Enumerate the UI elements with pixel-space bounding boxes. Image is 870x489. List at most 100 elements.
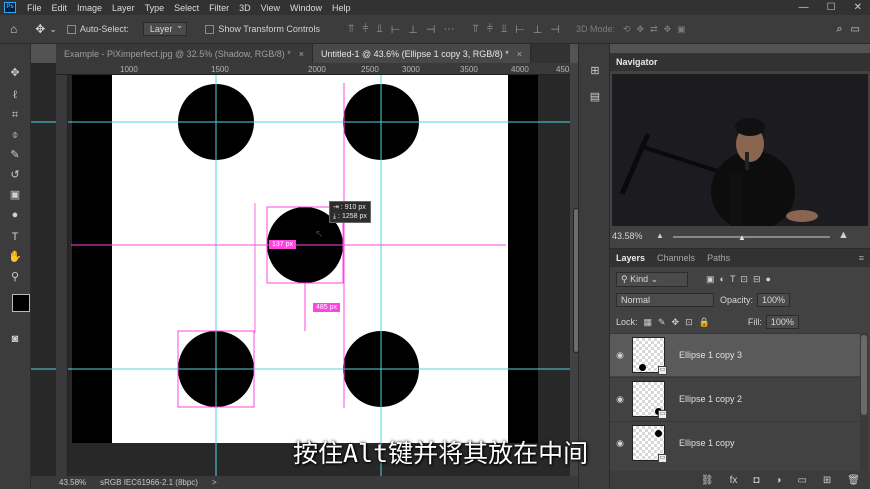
filter-icons[interactable]: ▣◐T⊡⊟● [706, 274, 776, 285]
search-icon[interactable]: ⌕ [836, 23, 842, 36]
color-profile: sRGB IEC61966-2.1 (8bpc) [100, 478, 198, 487]
menu-window[interactable]: Window [285, 3, 327, 13]
menu-select[interactable]: Select [169, 3, 204, 13]
trash-icon[interactable]: 🗑 [847, 475, 860, 486]
move-tool-icon[interactable]: ✥ [8, 66, 22, 80]
auto-select-target-dropdown[interactable]: Layer [142, 20, 188, 36]
menu-view[interactable]: View [256, 3, 285, 13]
layer-thumbnail: ▭ [632, 381, 667, 419]
history-brush-tool-icon[interactable]: ↺ [8, 168, 22, 182]
layer-name[interactable]: Ellipse 1 copy 3 [679, 350, 742, 360]
align-top-icon[interactable]: ⫪ [348, 23, 354, 36]
new-layer-icon[interactable]: ⊞ [823, 475, 831, 486]
zoom-out-icon[interactable]: ▲ [656, 231, 664, 240]
eyedropper-tool-icon[interactable]: ⌽ [8, 128, 22, 142]
zoom-readout[interactable]: 43.58% [59, 478, 86, 487]
ruler-top[interactable]: 1000 1500 2000 2500 3000 3500 4000 450 [56, 63, 570, 75]
dx-value: 910 px [344, 204, 366, 211]
layer-thumbnail: ▭ [632, 425, 667, 463]
layer-name[interactable]: Ellipse 1 copy 2 [679, 394, 742, 404]
quick-mask-icon[interactable]: ◙ [8, 332, 22, 346]
ruler-left[interactable] [56, 75, 68, 476]
layer-row[interactable]: ◉ ▭ Ellipse 1 copy 2 [610, 377, 860, 420]
align-hcenter-icon[interactable]: ⊥ [408, 23, 418, 36]
move-tool-icon[interactable]: ✥ [35, 22, 45, 36]
distribute-right-icon[interactable]: ⊣ [550, 23, 560, 36]
zoom-slider-track[interactable] [673, 236, 830, 238]
menu-layer[interactable]: Layer [107, 3, 140, 13]
auto-select-checkbox[interactable] [66, 24, 80, 35]
menu-image[interactable]: Image [72, 3, 107, 13]
tab-layers[interactable]: Layers [610, 253, 651, 263]
menu-type[interactable]: Type [140, 3, 170, 13]
gradient-tool-icon[interactable]: ▣ [8, 188, 22, 202]
menu-file[interactable]: File [22, 3, 47, 13]
align-right-icon[interactable]: ⊣ [426, 23, 436, 36]
align-left-icon[interactable]: ⊢ [391, 23, 401, 36]
visibility-eye-icon[interactable]: ◉ [610, 350, 630, 361]
home-icon[interactable]: ⌂ [10, 22, 17, 36]
lasso-tool-icon[interactable]: ℓ [8, 88, 22, 102]
mask-icon[interactable]: ◘ [753, 475, 759, 486]
layer-name[interactable]: Ellipse 1 copy [679, 438, 735, 448]
3d-mode-label: 3D Mode: [575, 24, 616, 34]
folder-icon[interactable]: ▭ [797, 475, 806, 486]
zoom-tool-icon[interactable]: ⚲ [8, 270, 22, 284]
tab-close-icon[interactable]: × [299, 49, 304, 59]
navigator-preview[interactable] [612, 74, 868, 226]
brush-tool-icon[interactable]: ✎ [8, 148, 22, 162]
maximize-button[interactable]: ☐ [827, 2, 836, 13]
fill-input[interactable]: 100% [765, 315, 799, 329]
menu-help[interactable]: Help [327, 3, 356, 13]
close-button[interactable]: ✕ [854, 2, 862, 13]
menu-3d[interactable]: 3D [234, 3, 256, 13]
dodge-tool-icon[interactable]: ● [8, 208, 22, 222]
tool-preset-dropdown[interactable]: ⌄ [49, 24, 57, 35]
type-tool-icon[interactable]: T [8, 230, 22, 244]
properties-icon[interactable]: ▤ [588, 90, 602, 104]
opacity-input[interactable]: 100% [757, 293, 791, 307]
lock-icons[interactable]: ▦✎✥⊡🔒 [644, 317, 716, 328]
distribute-hcenter-icon[interactable]: ⊥ [533, 23, 543, 36]
menu-filter[interactable]: Filter [204, 3, 234, 13]
history-icon[interactable]: ⊞ [588, 64, 602, 78]
visibility-eye-icon[interactable]: ◉ [610, 394, 630, 405]
foreground-color-swatch[interactable] [12, 294, 30, 312]
ruler-tick-label: 2000 [308, 65, 326, 74]
more-options-icon[interactable]: ··· [443, 23, 454, 36]
align-bottom-icon[interactable]: ⫫ [377, 23, 383, 36]
panel-menu-icon[interactable]: ≡ [853, 253, 870, 263]
crop-tool-icon[interactable]: ⌗ [8, 108, 22, 122]
tab-example[interactable]: Example - PiXimperfect.jpg @ 32.5% (Shad… [56, 44, 313, 63]
link-icon[interactable]: ⛓ [701, 475, 714, 486]
adjustment-icon[interactable]: ◑ [775, 475, 781, 486]
vertical-scrollbar[interactable] [570, 63, 579, 476]
hand-tool-icon[interactable]: ✋ [8, 250, 22, 264]
distribute-left-icon[interactable]: ⊢ [515, 23, 525, 36]
transform-controls-checkbox[interactable] [205, 24, 218, 35]
tab-close-icon[interactable]: × [517, 49, 522, 59]
navigator-title[interactable]: Navigator [610, 53, 870, 71]
navigator-zoom-value[interactable]: 43.58% [612, 231, 643, 241]
minimize-button[interactable]: — [799, 2, 809, 13]
distribute-top-icon[interactable]: ⫪ [472, 23, 478, 36]
distribute-bottom-icon[interactable]: ⫫ [501, 23, 507, 36]
status-arrow-icon[interactable]: > [212, 478, 217, 487]
blend-mode-dropdown[interactable]: Normal [616, 293, 714, 307]
tab-untitled[interactable]: Untitled-1 @ 43.6% (Ellipse 1 copy 3, RG… [313, 44, 531, 63]
tab-paths[interactable]: Paths [701, 253, 736, 263]
layer-row[interactable]: ◉ ▭ Ellipse 1 copy 3 [610, 333, 860, 376]
workspace-icon[interactable]: ▭ [851, 24, 860, 35]
align-vcenter-icon[interactable]: ⫩ [362, 23, 368, 36]
fx-icon[interactable]: fx [730, 475, 738, 486]
layer-row[interactable]: ◉ ▭ Ellipse 1 copy [610, 421, 860, 464]
visibility-eye-icon[interactable]: ◉ [610, 438, 630, 449]
canvas-area[interactable]: 137 px 485 px ⇥ : 910 px ⤓ : 1258 px ↖ [31, 63, 570, 476]
kind-filter-dropdown[interactable]: ⚲ Kind ⌄ [616, 272, 688, 287]
layers-scrollbar[interactable] [860, 333, 868, 471]
menu-edit[interactable]: Edit [47, 3, 73, 13]
zoom-in-icon[interactable]: ▲ [838, 229, 849, 241]
distribute-vcenter-icon[interactable]: ⫩ [487, 23, 493, 36]
tab-channels[interactable]: Channels [651, 253, 701, 263]
zoom-slider-handle[interactable]: ▲ [738, 233, 746, 242]
